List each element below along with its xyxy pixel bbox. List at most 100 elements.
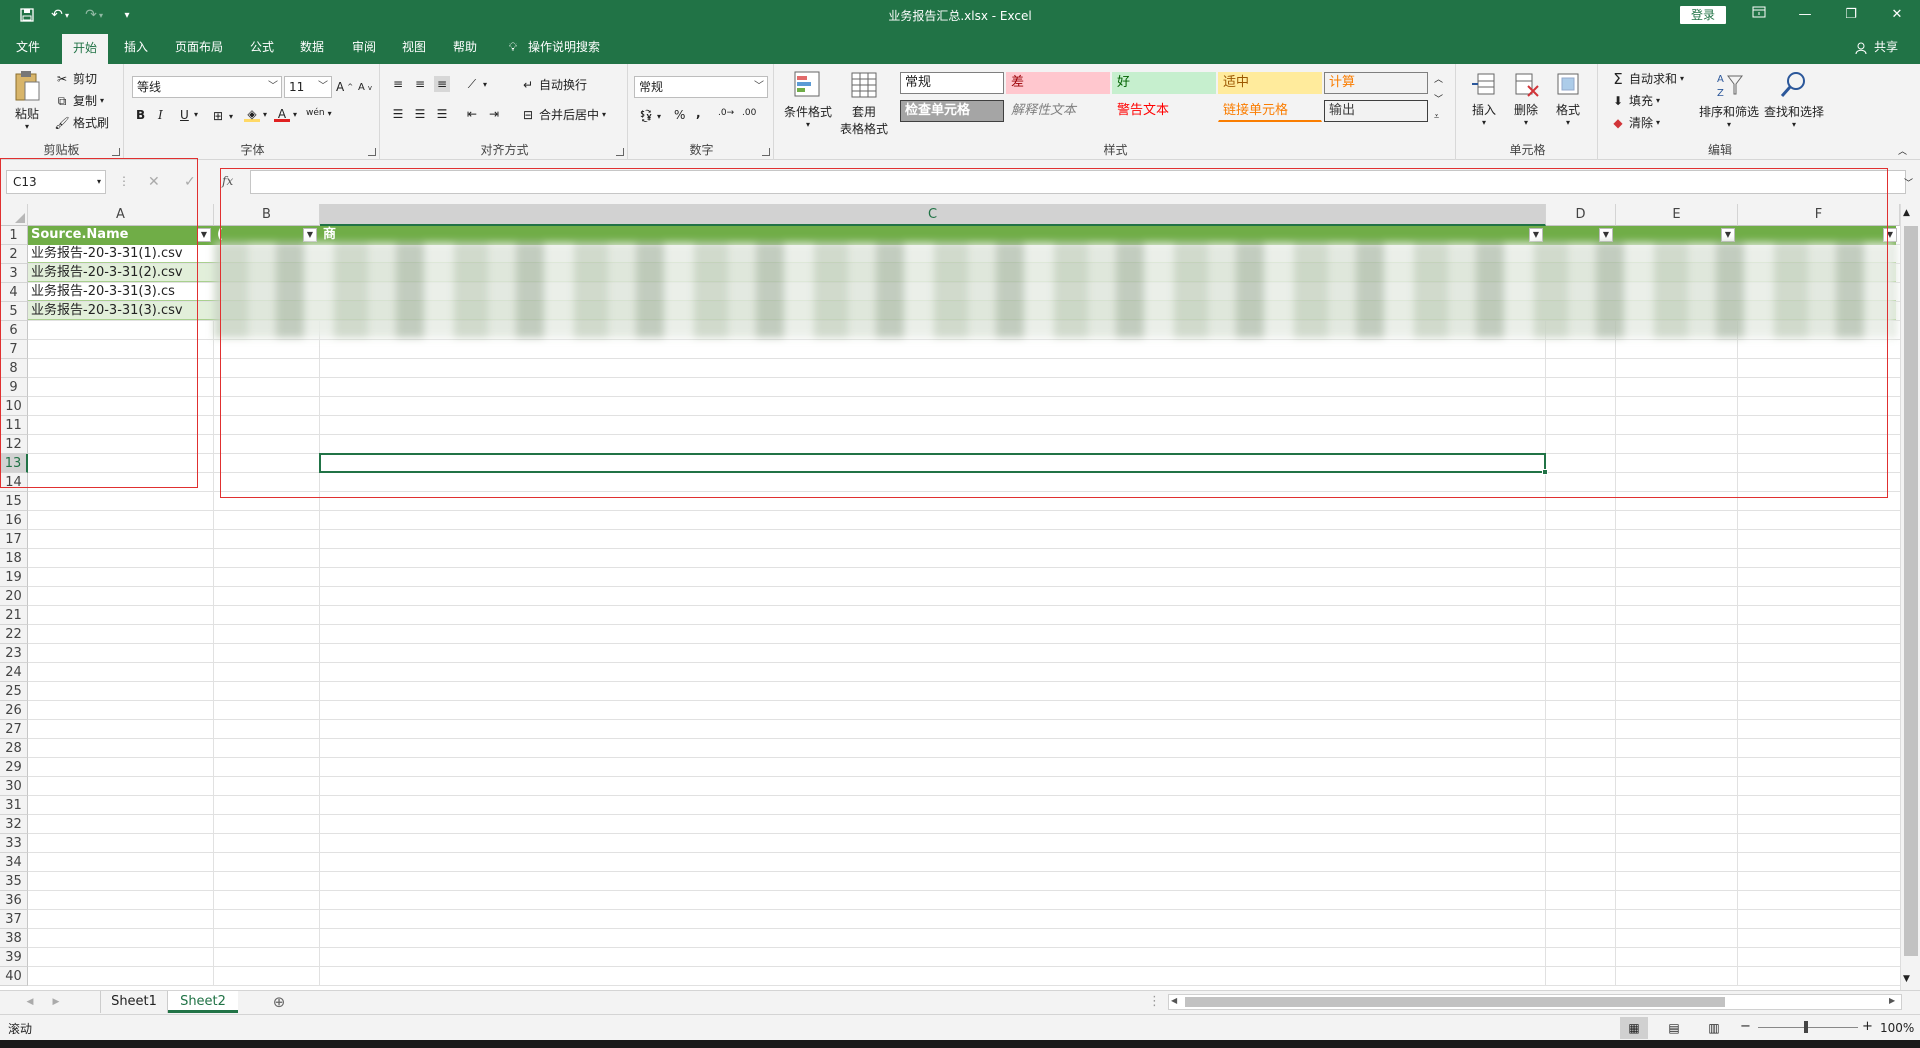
- page-break-view-icon[interactable]: ▥: [1700, 1017, 1728, 1039]
- row-header-29[interactable]: 29: [0, 758, 28, 777]
- orientation-button[interactable]: ⟋ ▾: [464, 76, 487, 92]
- font-launcher-icon[interactable]: [368, 148, 376, 156]
- tab-insert[interactable]: 插入: [116, 30, 156, 64]
- cell-a5[interactable]: 业务报告-20-3-31(3).csv: [28, 302, 214, 321]
- italic-button[interactable]: I: [158, 108, 163, 122]
- row-header-14[interactable]: 14: [0, 473, 28, 492]
- collapse-ribbon-icon[interactable]: ︿: [1898, 144, 1907, 157]
- expand-formula-icon[interactable]: ﹀: [1904, 176, 1913, 189]
- clipboard-launcher-icon[interactable]: [112, 148, 120, 156]
- row-header-12[interactable]: 12: [0, 435, 28, 454]
- row-header-40[interactable]: 40: [0, 967, 28, 986]
- cell-style-9[interactable]: 输出: [1324, 100, 1428, 122]
- row-header-15[interactable]: 15: [0, 492, 28, 511]
- worksheet-grid[interactable]: ABCDEF 1 2 3 4 5 6 7 8 9 10 11 12 13 14 15 16 17 18 19 20 21…: [0, 158, 1920, 990]
- decrease-indent-button[interactable]: ⇤: [464, 106, 480, 122]
- font-name-select[interactable]: 等线 ﹀: [132, 76, 282, 98]
- zoom-level[interactable]: 100%: [1880, 1021, 1914, 1035]
- horizontal-scrollbar[interactable]: ◀ ▶: [1168, 994, 1902, 1010]
- row-header-19[interactable]: 19: [0, 568, 28, 587]
- tab-review[interactable]: 审阅: [344, 30, 384, 64]
- row-header-37[interactable]: 37: [0, 910, 28, 929]
- cell-a2[interactable]: 业务报告-20-3-31(1).csv: [28, 245, 214, 264]
- cell-style-3[interactable]: 适中: [1218, 72, 1322, 94]
- borders-button[interactable]: ⊞ ▾: [210, 108, 233, 124]
- row-header-21[interactable]: 21: [0, 606, 28, 625]
- row-header-9[interactable]: 9: [0, 378, 28, 397]
- gallery-up-icon[interactable]: ︿: [1434, 72, 1443, 85]
- fill-button[interactable]: ⬇ 填充 ▾: [1610, 92, 1660, 109]
- column-header-c[interactable]: C: [320, 204, 1546, 226]
- conditional-formatting-button[interactable]: 条件格式 ▾: [782, 70, 834, 129]
- enter-icon[interactable]: ✓: [184, 174, 196, 190]
- increase-decimal-button[interactable]: .0→: [718, 108, 734, 118]
- row-header-4[interactable]: 4: [0, 283, 28, 302]
- cell-style-7[interactable]: 警告文本: [1112, 100, 1216, 122]
- normal-view-icon[interactable]: ▦: [1620, 1017, 1648, 1039]
- select-all-corner[interactable]: [0, 204, 28, 226]
- row-header-13[interactable]: 13: [0, 454, 28, 473]
- formula-input[interactable]: [250, 170, 1906, 194]
- selected-cell-c13[interactable]: [319, 453, 1548, 475]
- alignment-launcher-icon[interactable]: [616, 148, 624, 156]
- column-header-b[interactable]: B: [214, 204, 320, 226]
- underline-button[interactable]: U: [180, 108, 189, 122]
- vertical-scrollbar[interactable]: ▲ ▼: [1900, 204, 1920, 990]
- tab-formulas[interactable]: 公式: [242, 30, 282, 64]
- fill-handle[interactable]: [1542, 469, 1548, 475]
- align-middle-button[interactable]: ≡: [412, 76, 428, 92]
- add-sheet-icon[interactable]: ⊕: [268, 991, 290, 1013]
- page-layout-view-icon[interactable]: ▤: [1660, 1017, 1688, 1039]
- ribbon-display-icon[interactable]: [1736, 4, 1782, 26]
- cell-style-5[interactable]: 检查单元格: [900, 100, 1004, 122]
- close-icon[interactable]: ✕: [1874, 4, 1920, 26]
- cell-style-8[interactable]: 链接单元格: [1218, 100, 1322, 122]
- font-size-select[interactable]: 11 ﹀: [284, 76, 332, 98]
- row-header-11[interactable]: 11: [0, 416, 28, 435]
- row-header-25[interactable]: 25: [0, 682, 28, 701]
- column-header-e[interactable]: E: [1616, 204, 1738, 226]
- scroll-up-icon[interactable]: ▲: [1903, 208, 1910, 218]
- insert-cells-button[interactable]: 插入 ▾: [1464, 70, 1504, 127]
- name-box[interactable]: C13 ▾: [6, 170, 106, 194]
- tab-view[interactable]: 视图: [394, 30, 434, 64]
- row-header-35[interactable]: 35: [0, 872, 28, 891]
- row-header-7[interactable]: 7: [0, 340, 28, 359]
- fill-color-button[interactable]: ◈ ▾: [244, 106, 267, 122]
- horizontal-scroll-thumb[interactable]: [1185, 997, 1725, 1007]
- scroll-left-icon[interactable]: ◀: [1171, 996, 1177, 1005]
- filter-dropdown-icon[interactable]: ▼: [1721, 228, 1735, 242]
- row-header-17[interactable]: 17: [0, 530, 28, 549]
- row-header-26[interactable]: 26: [0, 701, 28, 720]
- shrink-font-button[interactable]: Av: [358, 82, 372, 93]
- font-color-button[interactable]: A ▾: [274, 106, 297, 122]
- cell-style-1[interactable]: 差: [1006, 72, 1110, 94]
- row-header-24[interactable]: 24: [0, 663, 28, 682]
- format-painter-button[interactable]: 🖌︎ 格式刷: [54, 114, 109, 131]
- copy-dropdown-icon[interactable]: ▾: [100, 96, 104, 105]
- row-header-31[interactable]: 31: [0, 796, 28, 815]
- row-header-8[interactable]: 8: [0, 359, 28, 378]
- column-header-d[interactable]: D: [1546, 204, 1616, 226]
- row-header-20[interactable]: 20: [0, 587, 28, 606]
- row-header-23[interactable]: 23: [0, 644, 28, 663]
- filter-dropdown-icon[interactable]: ▼: [1529, 228, 1543, 242]
- cell-style-6[interactable]: 解释性文本: [1006, 100, 1110, 122]
- tab-page-layout[interactable]: 页面布局: [168, 30, 230, 64]
- row-header-30[interactable]: 30: [0, 777, 28, 796]
- zoom-slider-thumb[interactable]: [1804, 1021, 1808, 1033]
- format-as-table-button[interactable]: 套用 表格格式: [834, 70, 894, 137]
- tab-home[interactable]: 开始: [62, 34, 108, 64]
- gallery-more-icon[interactable]: ⩡: [1434, 112, 1439, 122]
- row-header-22[interactable]: 22: [0, 625, 28, 644]
- insert-function-button[interactable]: fx: [222, 174, 233, 188]
- zoom-slider-track[interactable]: [1758, 1027, 1858, 1028]
- cell-style-0[interactable]: 常规: [900, 72, 1004, 94]
- align-top-button[interactable]: ≡: [390, 76, 406, 92]
- next-sheet-icon[interactable]: ▶: [50, 991, 62, 1013]
- column-header-a[interactable]: A: [28, 204, 214, 226]
- filter-dropdown-icon[interactable]: ▼: [1883, 228, 1897, 242]
- comma-style-button[interactable]: ,: [696, 106, 701, 120]
- zoom-in-icon[interactable]: +: [1862, 1019, 1873, 1034]
- vertical-scroll-thumb[interactable]: [1904, 226, 1918, 956]
